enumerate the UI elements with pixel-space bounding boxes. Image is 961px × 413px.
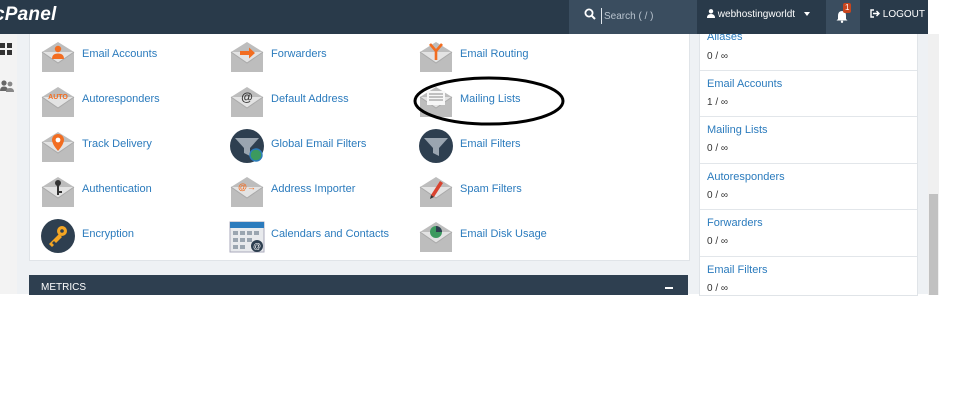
stat-label: Email Filters [707, 264, 768, 276]
encryption-item[interactable]: Encryption [40, 215, 220, 255]
stat-value: 0 / ∞ [707, 51, 729, 62]
stat-value: 0 / ∞ [707, 236, 729, 247]
track-delivery-item[interactable]: Track Delivery [40, 125, 220, 165]
stat-label: Mailing Lists [707, 124, 768, 136]
stat-value: 0 / ∞ [707, 190, 729, 201]
email-tools-panel: Email Accounts Forwarders Email Routing … [29, 34, 690, 261]
annotation-ellipse [413, 76, 565, 126]
email-filters-label: Email Filters [460, 138, 521, 150]
stat-label: Autoresponders [707, 171, 785, 183]
autoresponders-label: Autoresponders [82, 93, 160, 105]
forwarders-label: Forwarders [271, 48, 327, 60]
default-address-item[interactable]: @ Default Address [229, 80, 409, 120]
metrics-title: METRICS [41, 282, 86, 293]
email-disk-usage-label: Email Disk Usage [460, 228, 547, 240]
search-input[interactable] [601, 8, 692, 24]
stat-label: Email Accounts [707, 78, 783, 90]
global-email-filters-item[interactable]: Global Email Filters [229, 125, 409, 165]
autoresponders-item[interactable]: AUTO Autoresponders [40, 80, 220, 120]
address-importer-label: Address Importer [271, 183, 356, 195]
email-accounts-item[interactable]: Email Accounts [40, 35, 220, 75]
user-icon [707, 9, 715, 18]
autoresponders-icon-text: AUTO [48, 94, 68, 101]
default-address-icon: @ [230, 87, 264, 117]
address-importer-icon: @→ [230, 177, 264, 207]
address-importer-icon-text: @→ [238, 182, 256, 192]
forwarders-item[interactable]: Forwarders [229, 35, 409, 75]
logout-icon [870, 9, 880, 18]
address-importer-item[interactable]: @→ Address Importer [229, 170, 409, 210]
autoresponders-icon: AUTO [41, 87, 75, 117]
search-icon [584, 8, 596, 20]
email-disk-usage-item[interactable]: Email Disk Usage [418, 215, 598, 255]
users-icon[interactable] [0, 80, 15, 93]
notification-badge: 1 [843, 3, 852, 13]
calendars-contacts-item[interactable]: @ Calendars and Contacts [229, 215, 409, 255]
spam-filters-icon [419, 177, 453, 207]
spam-filters-label: Spam Filters [460, 183, 522, 195]
email-routing-item[interactable]: Email Routing [418, 35, 598, 75]
stat-value: 1 / ∞ [707, 97, 729, 108]
calendars-contacts-icon-text: @ [253, 242, 261, 251]
forwarders-icon [230, 42, 264, 72]
email-filters-item[interactable]: Email Filters [418, 125, 598, 165]
search-box[interactable] [569, 0, 697, 34]
user-menu[interactable]: webhostingworldt [707, 9, 810, 20]
email-accounts-icon [41, 42, 75, 72]
stat-value: 0 / ∞ [707, 283, 729, 294]
calendars-contacts-icon: @ [229, 221, 265, 253]
default-address-icon-text: @ [241, 90, 253, 104]
email-routing-icon [419, 42, 453, 72]
spam-filters-item[interactable]: Spam Filters [418, 170, 598, 210]
authentication-icon [41, 177, 75, 207]
cpanel-logo[interactable]: cPanel [0, 4, 56, 26]
stat-label: Forwarders [707, 217, 763, 229]
stat-aliases[interactable]: Aliases 0 / ∞ [700, 34, 917, 71]
stat-email-filters[interactable]: Email Filters 0 / ∞ [700, 257, 917, 295]
chevron-down-icon [803, 12, 810, 17]
email-accounts-label: Email Accounts [82, 48, 158, 60]
logout-label: LOGOUT [882, 9, 926, 20]
top-navbar: cPanel webhostingworldt 1 LOGOUT [0, 0, 928, 34]
track-delivery-label: Track Delivery [82, 138, 152, 150]
scrollbar-thumb[interactable] [929, 194, 938, 295]
default-address-label: Default Address [271, 93, 349, 105]
statistics-panel: Aliases 0 / ∞ Email Accounts 1 / ∞ Maili… [699, 34, 918, 296]
logout-button[interactable]: LOGOUT [870, 9, 925, 20]
authentication-item[interactable]: Authentication [40, 170, 220, 210]
email-disk-usage-icon [419, 222, 453, 252]
encryption-icon [41, 219, 75, 253]
vertical-scrollbar[interactable] [928, 34, 939, 295]
left-sidebar [0, 34, 17, 294]
stat-autoresponders[interactable]: Autoresponders 0 / ∞ [700, 164, 917, 210]
encryption-label: Encryption [82, 228, 134, 240]
collapse-minus-icon[interactable] [665, 287, 673, 289]
calendars-contacts-label: Calendars and Contacts [271, 228, 390, 240]
global-email-filters-label: Global Email Filters [271, 138, 367, 150]
global-email-filters-icon [230, 129, 264, 163]
username-label: webhostingworldt [717, 9, 796, 20]
stat-mailing-lists[interactable]: Mailing Lists 0 / ∞ [700, 117, 917, 164]
authentication-label: Authentication [82, 183, 152, 195]
track-delivery-icon [41, 132, 75, 162]
email-filters-icon [419, 129, 453, 163]
stat-email-accounts[interactable]: Email Accounts 1 / ∞ [700, 71, 917, 117]
stat-forwarders[interactable]: Forwarders 0 / ∞ [700, 210, 917, 257]
email-routing-label: Email Routing [460, 48, 529, 60]
stat-label: Aliases [707, 34, 743, 43]
metrics-section-header[interactable]: METRICS [29, 275, 688, 295]
stat-value: 0 / ∞ [707, 143, 729, 154]
grid-apps-icon[interactable] [0, 43, 13, 60]
